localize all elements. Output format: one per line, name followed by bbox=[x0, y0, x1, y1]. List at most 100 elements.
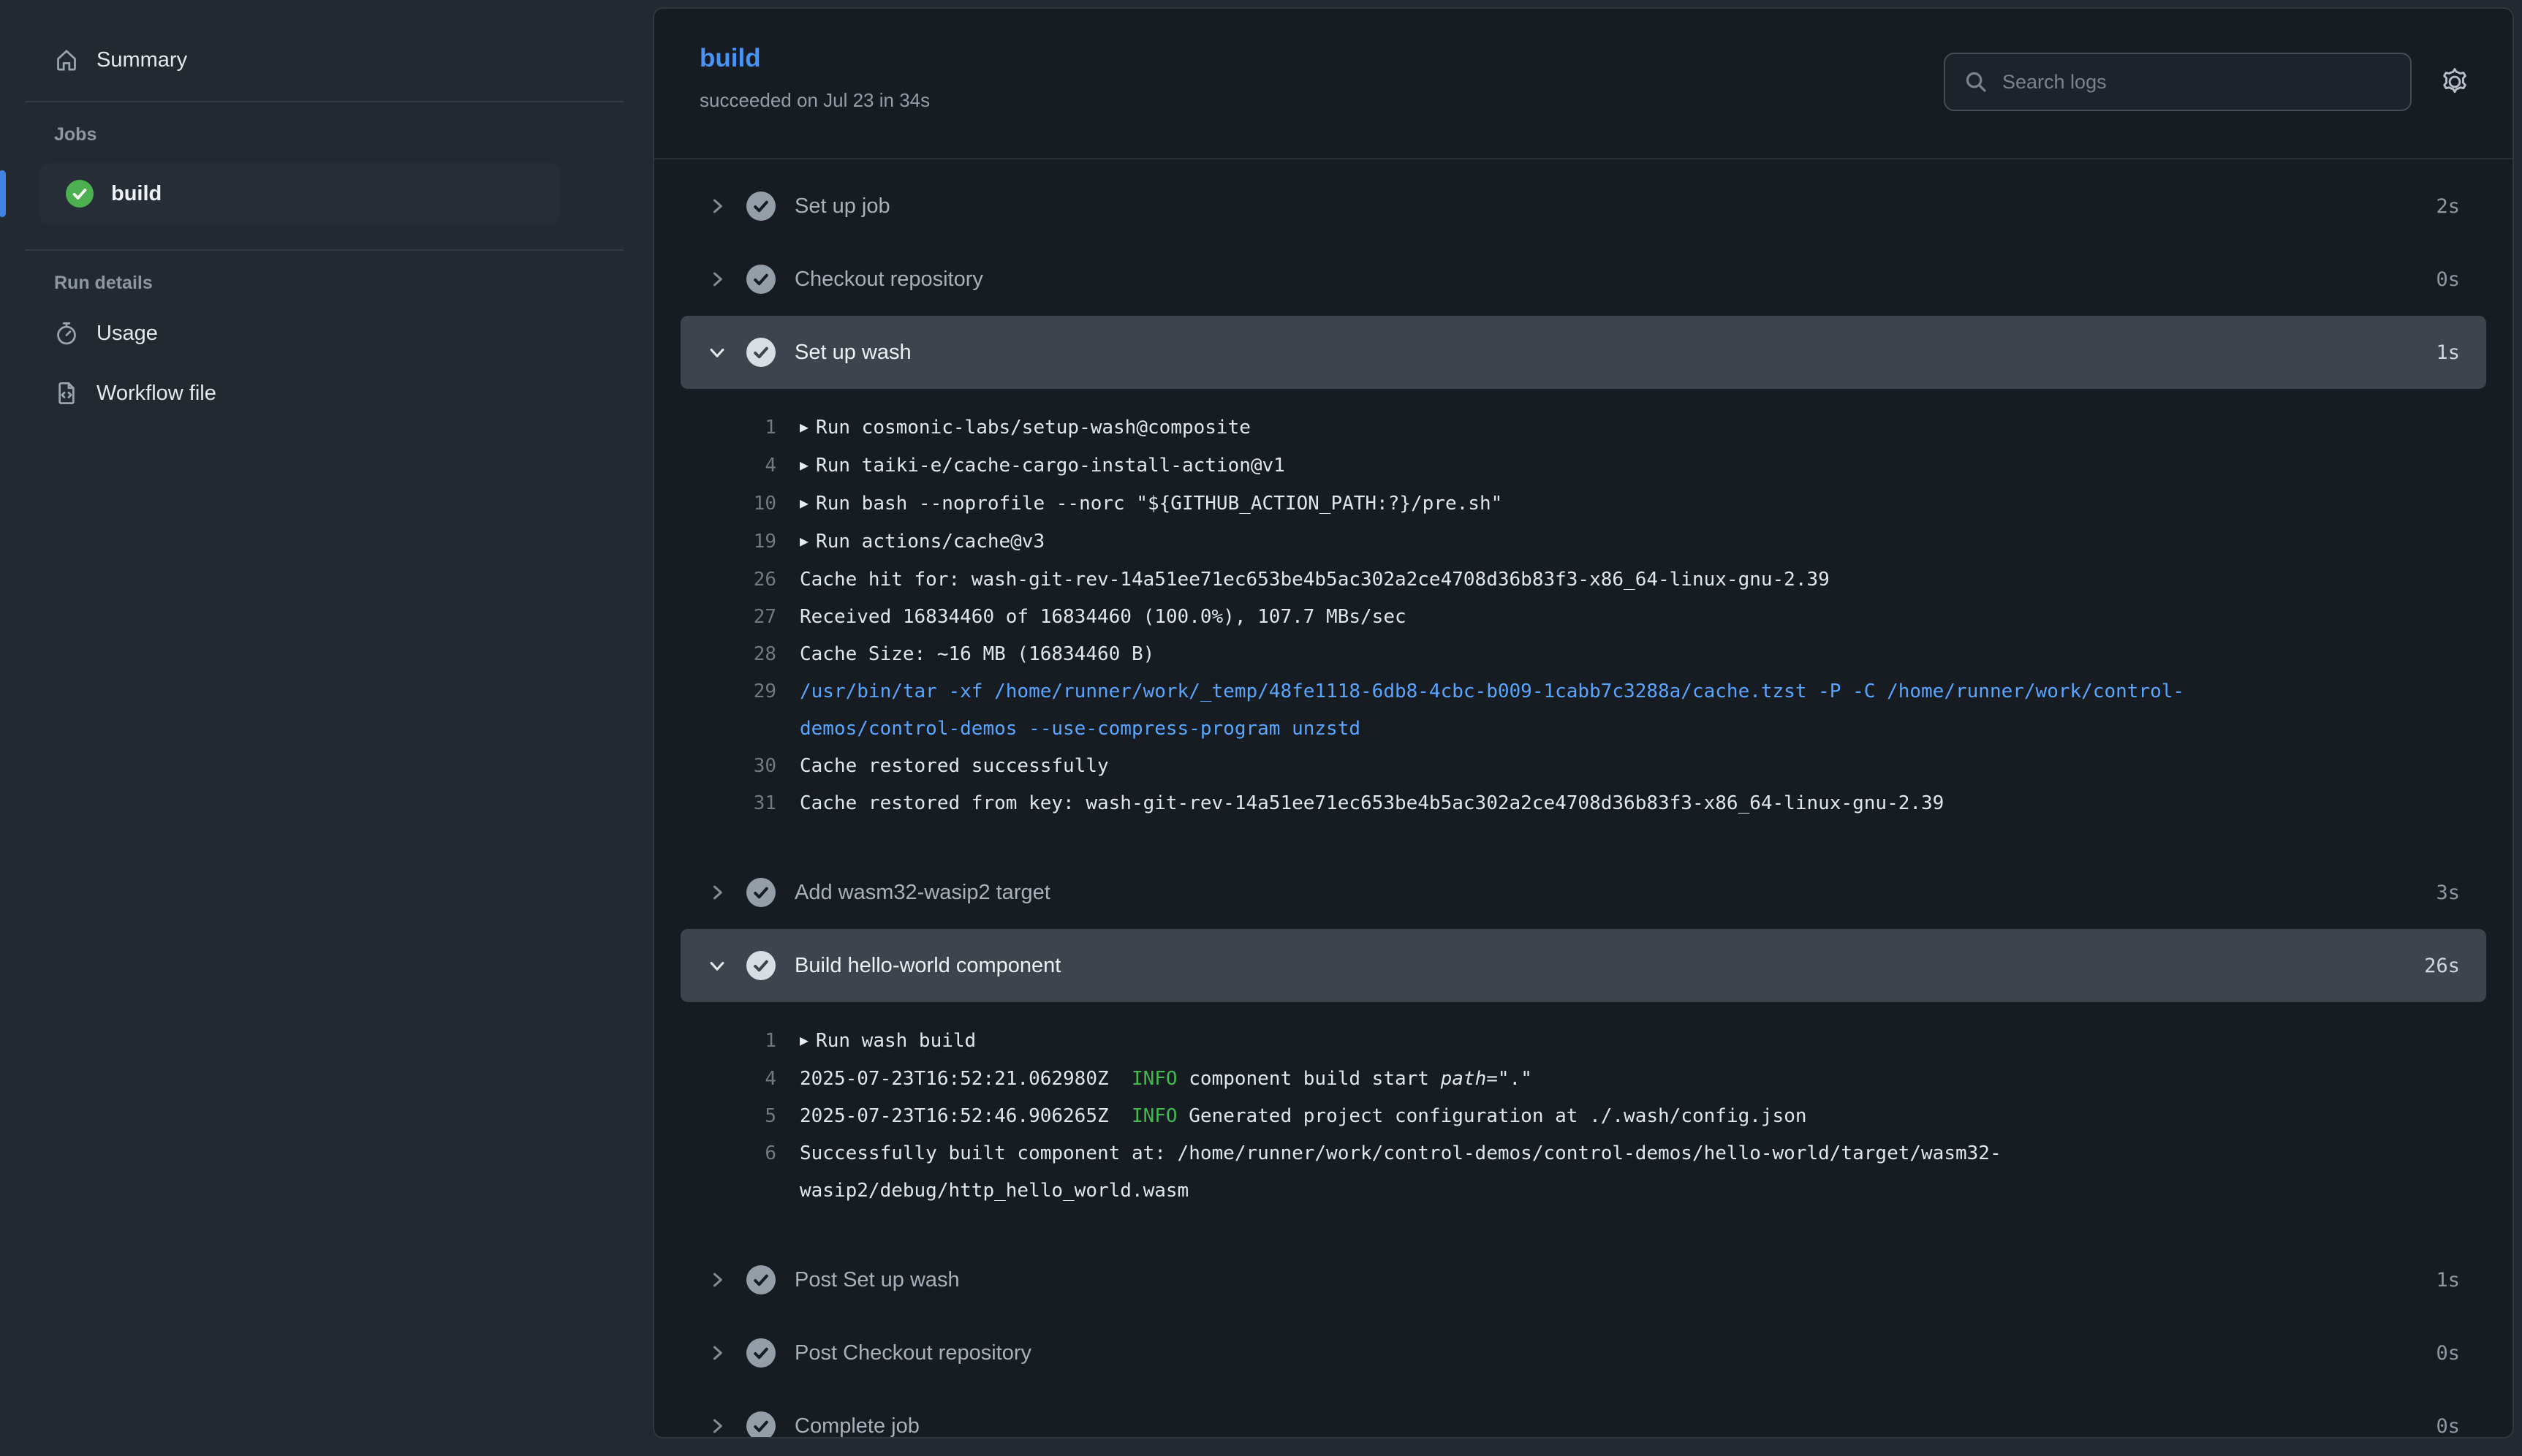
log-line-text: demos/control-demos --use-compress-progr… bbox=[800, 710, 1360, 748]
log-line-number[interactable]: 19 bbox=[654, 523, 776, 561]
step-duration: 1s bbox=[2436, 341, 2460, 364]
step-row[interactable]: Set up wash 1s bbox=[681, 316, 2486, 389]
chevron-right-icon bbox=[707, 1343, 727, 1363]
chevron-down-icon bbox=[707, 955, 727, 976]
log-line-number[interactable] bbox=[654, 710, 776, 748]
home-icon bbox=[54, 48, 79, 72]
job-status-line: succeeded on Jul 23 in 34s bbox=[700, 89, 930, 112]
step-duration: 2s bbox=[2436, 195, 2460, 218]
sidebar-item-label: Workflow file bbox=[96, 382, 216, 406]
log-line-number[interactable]: 1 bbox=[654, 1023, 776, 1061]
search-icon bbox=[1964, 70, 1988, 94]
log-line-number[interactable]: 30 bbox=[654, 748, 776, 785]
log-segment: Successfully built component at: /home/r… bbox=[800, 1142, 2002, 1164]
log-line-number[interactable]: 5 bbox=[654, 1098, 776, 1135]
log-line-number[interactable]: 28 bbox=[654, 636, 776, 673]
sidebar-item-label: Summary bbox=[96, 48, 187, 72]
file-code-icon bbox=[54, 381, 79, 406]
step-duration: 3s bbox=[2436, 881, 2460, 904]
step-duration: 1s bbox=[2436, 1269, 2460, 1292]
log-line: 31 Cache restored from key: wash-git-rev… bbox=[654, 785, 2512, 822]
sidebar-item-summary[interactable]: Summary bbox=[54, 38, 624, 82]
step-row[interactable]: Complete job 0s bbox=[681, 1389, 2486, 1438]
step-name: Post Checkout repository bbox=[795, 1341, 2436, 1365]
step-duration: 26s bbox=[2424, 955, 2460, 977]
step-row[interactable]: Set up job 2s bbox=[681, 170, 2486, 243]
step-row[interactable]: Post Checkout repository 0s bbox=[681, 1316, 2486, 1389]
log-segment: Run wash build bbox=[816, 1030, 976, 1052]
log-line-number[interactable]: 27 bbox=[654, 599, 776, 636]
sidebar-job-name: build bbox=[111, 182, 162, 206]
run-group-arrow-icon: ▶ bbox=[800, 1031, 809, 1049]
jobs-section-label: Jobs bbox=[54, 124, 624, 145]
log-segment: demos/control-demos --use-compress-progr… bbox=[800, 718, 1360, 740]
step-name: Complete job bbox=[795, 1414, 2436, 1438]
log-line-text: ▶Run cosmonic-labs/setup-wash@composite bbox=[800, 409, 1251, 447]
chevron-right-icon bbox=[707, 1270, 727, 1290]
log-line: 30 Cache restored successfully bbox=[654, 748, 2512, 785]
step-success-check-icon bbox=[746, 1265, 776, 1294]
log-line-number[interactable]: 29 bbox=[654, 673, 776, 710]
sidebar-item-workflow-file[interactable]: Workflow file bbox=[54, 371, 624, 415]
log-line: 6 Successfully built component at: /home… bbox=[654, 1135, 2512, 1172]
step-name: Build hello-world component bbox=[795, 954, 2424, 978]
log-line: 10 ▶Run bash --noprofile --norc "${GITHU… bbox=[654, 485, 2512, 523]
step-name: Add wasm32-wasip2 target bbox=[795, 881, 2436, 905]
step-row[interactable]: Checkout repository 0s bbox=[681, 243, 2486, 316]
log-line-text: ▶Run actions/cache@v3 bbox=[800, 523, 1045, 561]
chevron-right-icon bbox=[707, 882, 727, 903]
log-segment: Cache restored from key: wash-git-rev-14… bbox=[800, 792, 1944, 814]
search-logs-input[interactable] bbox=[2002, 71, 2391, 94]
log-line-number[interactable] bbox=[654, 1172, 776, 1210]
log-segment: Cache hit for: wash-git-rev-14a51ee71ec6… bbox=[800, 569, 1830, 591]
run-group-arrow-icon: ▶ bbox=[800, 418, 809, 436]
log-line: demos/control-demos --use-compress-progr… bbox=[654, 710, 2512, 748]
log-line: 27 Received 16834460 of 16834460 (100.0%… bbox=[654, 599, 2512, 636]
log-line-text: 2025-07-23T16:52:21.062980Z INFO compone… bbox=[800, 1061, 1532, 1098]
step-duration: 0s bbox=[2436, 1415, 2460, 1438]
log-segment: Received 16834460 of 16834460 (100.0%), … bbox=[800, 606, 1406, 628]
step-row[interactable]: Post Set up wash 1s bbox=[681, 1243, 2486, 1316]
step-success-check-icon bbox=[746, 338, 776, 367]
stopwatch-icon bbox=[54, 321, 79, 346]
log-line-number[interactable]: 26 bbox=[654, 561, 776, 599]
search-logs-field[interactable] bbox=[1944, 53, 2412, 111]
step-row[interactable]: Add wasm32-wasip2 target 3s bbox=[681, 856, 2486, 929]
sidebar: Summary Jobs build Run details Usage Wor… bbox=[0, 0, 653, 1456]
job-title-link[interactable]: build bbox=[700, 44, 761, 73]
log-segment: Run bash --noprofile --norc "${GITHUB_AC… bbox=[816, 493, 1502, 515]
step-success-check-icon bbox=[746, 878, 776, 907]
steps-list: Set up job 2s Checkout repository 0s bbox=[654, 159, 2512, 1438]
log-line-number[interactable]: 1 bbox=[654, 409, 776, 447]
log-line: 1 ▶ Run wash build bbox=[654, 1023, 2512, 1061]
settings-gear-button[interactable] bbox=[2438, 65, 2472, 99]
log-segment: /usr/bin/tar -xf /home/runner/work/_temp… bbox=[800, 680, 2184, 702]
log-segment: component build start bbox=[1178, 1068, 1441, 1090]
log-line-text: Cache Size: ~16 MB (16834460 B) bbox=[800, 636, 1154, 673]
log-segment: Run taiki-e/cache-cargo-install-action@v… bbox=[816, 455, 1285, 477]
step-log-block: 1 ▶Run cosmonic-labs/setup-wash@composit… bbox=[654, 389, 2512, 856]
log-line-number[interactable]: 10 bbox=[654, 485, 776, 523]
log-line-number[interactable]: 4 bbox=[654, 447, 776, 485]
log-line: 29 /usr/bin/tar -xf /home/runner/work/_t… bbox=[654, 673, 2512, 710]
log-segment: Generated project configuration at ./.wa… bbox=[1178, 1105, 1807, 1127]
sidebar-item-usage[interactable]: Usage bbox=[54, 311, 624, 355]
log-line-number[interactable]: 6 bbox=[654, 1135, 776, 1172]
sidebar-job-build[interactable]: build bbox=[39, 163, 560, 224]
step-name: Checkout repository bbox=[795, 268, 2436, 292]
log-line-text: Received 16834460 of 16834460 (100.0%), … bbox=[800, 599, 1406, 636]
log-line-text: wasip2/debug/http_hello_world.wasm bbox=[800, 1172, 1189, 1210]
log-line: 28 Cache Size: ~16 MB (16834460 B) bbox=[654, 636, 2512, 673]
chevron-down-icon bbox=[707, 342, 727, 363]
chevron-right-icon bbox=[707, 269, 727, 289]
log-line-number[interactable]: 4 bbox=[654, 1061, 776, 1098]
step-success-check-icon bbox=[746, 192, 776, 221]
step-success-check-icon bbox=[746, 951, 776, 980]
log-line-text: ▶ Run wash build bbox=[800, 1023, 976, 1061]
log-segment: Run actions/cache@v3 bbox=[816, 531, 1045, 553]
gear-icon bbox=[2438, 65, 2472, 99]
log-line: wasip2/debug/http_hello_world.wasm bbox=[654, 1172, 2512, 1210]
log-line-number[interactable]: 31 bbox=[654, 785, 776, 822]
step-row[interactable]: Build hello-world component 26s bbox=[681, 929, 2486, 1002]
log-line: 4 2025-07-23T16:52:21.062980Z INFO compo… bbox=[654, 1061, 2512, 1098]
